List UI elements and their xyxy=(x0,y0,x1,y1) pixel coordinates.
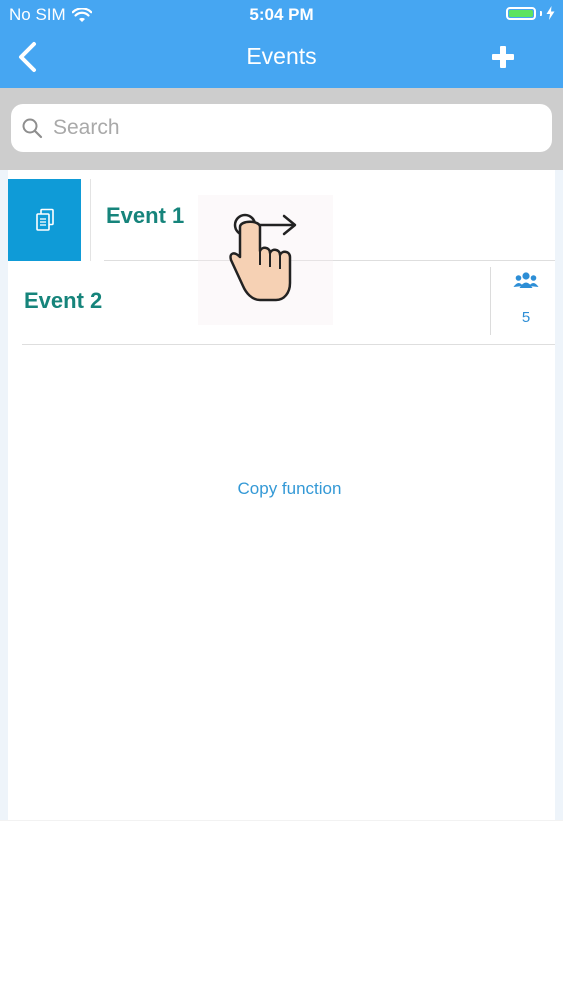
event-title: Event 2 xyxy=(24,288,103,313)
top-bar: No SIM 5:04 PM Events xyxy=(0,0,563,88)
charging-bolt-icon xyxy=(546,6,555,20)
row-separator xyxy=(90,179,91,261)
row-divider xyxy=(22,344,555,345)
battery-fill xyxy=(509,9,533,17)
battery-icon xyxy=(506,6,536,20)
status-time: 5:04 PM xyxy=(249,5,314,24)
copy-action-button[interactable] xyxy=(8,179,81,261)
battery-tip xyxy=(540,10,542,16)
member-stat: 5 xyxy=(504,271,548,326)
copy-function-hint: Copy function xyxy=(237,479,342,498)
search-input[interactable] xyxy=(51,115,535,141)
member-count: 5 xyxy=(521,309,531,326)
add-event-button[interactable] xyxy=(491,45,515,69)
page-title: Events xyxy=(246,43,317,69)
swipe-right-gesture-icon xyxy=(198,195,333,325)
search-icon xyxy=(22,118,43,139)
bottom-area xyxy=(0,820,563,1001)
group-icon xyxy=(513,272,539,288)
search-bar[interactable] xyxy=(11,104,552,152)
search-band xyxy=(0,88,563,170)
event-title: Event 1 xyxy=(106,203,185,228)
copy-icon xyxy=(35,208,54,231)
status-right xyxy=(506,6,555,20)
column-divider xyxy=(490,267,491,335)
